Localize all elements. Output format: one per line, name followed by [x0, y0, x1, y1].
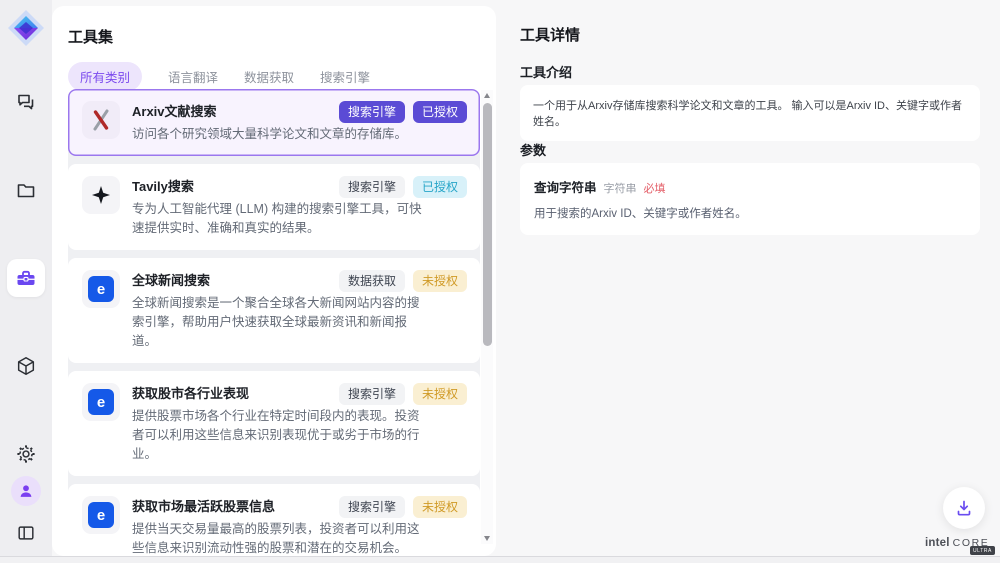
- auth-status-badge: 已授权: [413, 176, 467, 198]
- category-tabs: 所有类别 语言翻译 数据获取 搜索引擎: [68, 62, 480, 91]
- param-required-flag: 必填: [644, 180, 666, 196]
- user-icon: [17, 482, 35, 500]
- tool-intro-text: 一个用于从Arxiv存储库搜索科学论文和文章的工具。 输入可以是Arxiv ID…: [520, 85, 980, 141]
- tool-desc: 全球新闻搜索是一个聚合全球各大新闻网站内容的搜索引擎，帮助用户快速获取全球最新资…: [132, 294, 425, 351]
- tab-translation[interactable]: 语言翻译: [168, 67, 218, 86]
- arxiv-x-icon: [82, 101, 120, 139]
- four-point-star-icon: [82, 176, 120, 214]
- tool-list-panel: 工具集 所有类别 语言翻译 数据获取 搜索引擎 Arxiv文献搜索 访问各个研究…: [52, 6, 496, 556]
- category-badge: 数据获取: [339, 270, 405, 292]
- download-icon: [954, 498, 974, 518]
- intel-wordmark: intel: [925, 537, 950, 549]
- blue-e-icon: e: [82, 383, 120, 421]
- tab-search-engine[interactable]: 搜索引擎: [320, 67, 370, 86]
- list-scrollbar[interactable]: [481, 90, 493, 544]
- param-desc: 用于搜索的Arxiv ID、关键字或作者姓名。: [534, 205, 966, 221]
- scrollbar-thumb[interactable]: [483, 103, 492, 346]
- detail-title: 工具详情: [520, 24, 580, 45]
- tool-card-arxiv[interactable]: Arxiv文献搜索 访问各个研究领域大量科学论文和文章的存储库。 搜索引擎 已授…: [68, 89, 480, 156]
- chat-icon: [15, 91, 37, 113]
- panel-toggle-button[interactable]: [13, 520, 39, 546]
- tab-data-fetch[interactable]: 数据获取: [244, 67, 294, 86]
- param-name: 查询字符串: [534, 177, 597, 196]
- tool-desc: 提供当天交易量最高的股票列表，投资者可以利用这些信息来识别流动性强的股票和潜在的…: [132, 520, 425, 556]
- auth-status-badge: 已授权: [413, 101, 467, 123]
- blue-e-icon: e: [82, 496, 120, 534]
- cube-icon: [15, 355, 37, 377]
- sidebar-item-tools[interactable]: [7, 259, 45, 297]
- tool-card-tavily[interactable]: Tavily搜索 专为人工智能代理 (LLM) 构建的搜索引擎工具，可快速提供实…: [68, 164, 480, 250]
- tab-all-categories[interactable]: 所有类别: [68, 62, 142, 91]
- auth-status-badge: 未授权: [413, 270, 467, 292]
- folder-icon: [15, 179, 37, 201]
- intel-core-logo: intelcore ULTRA: [925, 533, 997, 551]
- tool-card-sector-performance[interactable]: e 获取股市各行业表现 提供股票市场各个行业在特定时间段内的表现。投资者可以利用…: [68, 371, 480, 476]
- user-avatar[interactable]: [11, 476, 41, 506]
- sidebar-item-chat[interactable]: [7, 83, 45, 121]
- param-type: 字符串: [604, 180, 637, 196]
- tool-desc: 专为人工智能代理 (LLM) 构建的搜索引擎工具，可快速提供实时、准确和真实的结…: [132, 200, 425, 238]
- tool-desc: 提供股票市场各个行业在特定时间段内的表现。投资者可以利用这些信息来识别表现优于或…: [132, 407, 425, 464]
- blue-e-icon: e: [82, 270, 120, 308]
- category-badge: 搜索引擎: [339, 176, 405, 198]
- parameter-card: 查询字符串 字符串 必填 用于搜索的Arxiv ID、关键字或作者姓名。: [520, 163, 980, 235]
- sidebar-item-settings[interactable]: [7, 435, 45, 473]
- tool-card-most-active-stocks[interactable]: e 获取市场最活跃股票信息 提供当天交易量最高的股票列表，投资者可以利用这些信息…: [68, 484, 480, 556]
- tool-desc: 访问各个研究领域大量科学论文和文章的存储库。: [132, 125, 425, 144]
- intro-section-label: 工具介绍: [520, 62, 572, 81]
- category-badge: 搜索引擎: [339, 383, 405, 405]
- app-logo-icon: [7, 9, 45, 47]
- download-button[interactable]: [943, 487, 985, 529]
- tool-list: Arxiv文献搜索 访问各个研究领域大量科学论文和文章的存储库。 搜索引擎 已授…: [68, 89, 480, 556]
- scroll-up-icon[interactable]: [484, 93, 490, 98]
- gear-icon: [15, 443, 37, 465]
- left-rail: [0, 0, 52, 556]
- sidebar-item-packages[interactable]: [7, 347, 45, 385]
- window-bottom-edge: [0, 556, 1000, 563]
- panel-toggle-icon: [16, 523, 36, 543]
- tool-card-global-news[interactable]: e 全球新闻搜索 全球新闻搜索是一个聚合全球各大新闻网站内容的搜索引擎，帮助用户…: [68, 258, 480, 363]
- params-section-label: 参数: [520, 140, 546, 159]
- auth-status-badge: 未授权: [413, 383, 467, 405]
- toolbox-icon: [15, 267, 37, 289]
- auth-status-badge: 未授权: [413, 496, 467, 518]
- page-title: 工具集: [52, 6, 496, 47]
- category-badge: 搜索引擎: [339, 101, 405, 123]
- sidebar-item-files[interactable]: [7, 171, 45, 209]
- category-badge: 搜索引擎: [339, 496, 405, 518]
- ultra-badge: ULTRA: [970, 546, 995, 555]
- scroll-down-icon[interactable]: [484, 536, 490, 541]
